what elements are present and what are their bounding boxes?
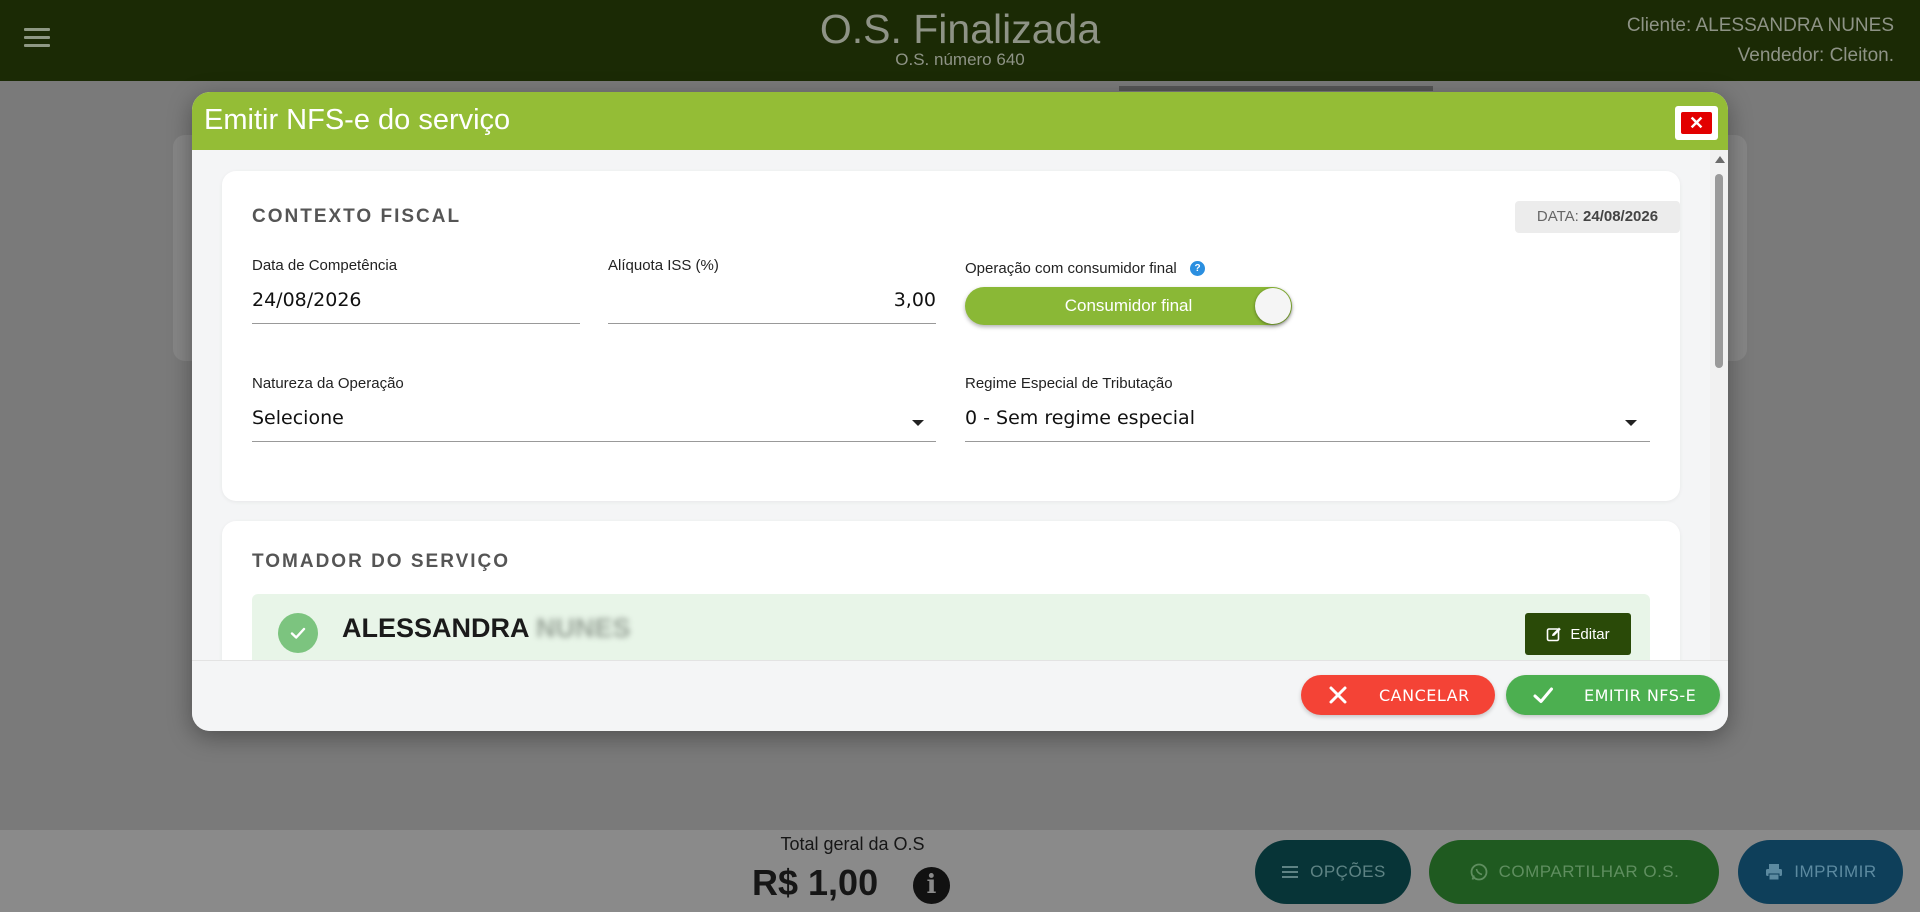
info-icon[interactable]: i (913, 867, 950, 904)
date-badge-value: 24/08/2026 (1583, 208, 1659, 225)
menu-lines-icon (1282, 866, 1299, 878)
toggle-knob (1255, 288, 1291, 324)
emit-label: EMITIR NFS-E (1584, 685, 1697, 705)
dialog-title: Emitir NFS-e do serviço (204, 104, 511, 136)
consumidor-label: Operação com consumidor final (965, 260, 1177, 277)
dialog-body: CONTEXTO FISCAL DATA: 24/08/2026 Data de… (192, 150, 1710, 660)
regime-select[interactable]: 0 - Sem regime especial (965, 407, 1195, 429)
tomador-name: ALESSANDRA NUNES (342, 613, 631, 644)
printer-icon (1766, 864, 1783, 881)
page-subtitle: O.S. número 640 (895, 50, 1025, 69)
share-label: COMPARTILHAR O.S. (1498, 862, 1680, 881)
date-badge-label: DATA: (1536, 208, 1579, 225)
options-label: OPÇÕES (1310, 862, 1386, 881)
client-label: Cliente: ALESSANDRA NUNES (1626, 15, 1894, 36)
chevron-down-icon[interactable] (1625, 420, 1637, 426)
aliquota-input[interactable]: 3,00 (608, 289, 936, 311)
natureza-underline (252, 441, 936, 442)
fiscal-section-title: CONTEXTO FISCAL (252, 206, 462, 227)
chevron-down-icon[interactable] (912, 420, 924, 426)
scroll-up-arrow-icon[interactable] (1715, 156, 1725, 163)
app-header: O.S. Finalizada O.S. número 640 Cliente:… (0, 0, 1920, 81)
aliquota-underline (608, 323, 936, 324)
close-icon: ✕ (1681, 112, 1712, 134)
check-icon (1533, 687, 1553, 703)
emit-nfse-button[interactable]: EMITIR NFS-E (1506, 675, 1720, 715)
help-icon[interactable]: ? (1190, 261, 1205, 276)
date-badge: DATA: 24/08/2026 (1515, 201, 1680, 233)
tomador-card: TOMADOR DO SERVIÇO ALESSANDRA NUNES Edit… (222, 521, 1680, 660)
cancel-button[interactable]: CANCELAR (1301, 675, 1495, 715)
whatsapp-icon (1470, 863, 1488, 881)
aliquota-label: Alíquota ISS (%) (608, 257, 719, 274)
edit-icon (1547, 627, 1562, 642)
tomador-section-title: TOMADOR DO SERVIÇO (252, 551, 511, 572)
natureza-select[interactable]: Selecione (252, 407, 344, 429)
close-button[interactable]: ✕ (1675, 106, 1718, 140)
close-icon (1329, 686, 1347, 704)
competencia-underline (252, 323, 580, 324)
tomador-first-name: ALESSANDRA (342, 613, 529, 643)
competencia-label: Data de Competência (252, 257, 398, 274)
options-button[interactable]: OPÇÕES (1255, 840, 1411, 904)
seller-label: Vendedor: Cleiton. (1737, 45, 1894, 66)
natureza-label: Natureza da Operação (252, 375, 404, 392)
dialog-scrollbar[interactable] (1710, 150, 1728, 660)
regime-underline (965, 441, 1650, 442)
background-tab-indicator (1119, 86, 1433, 91)
share-button[interactable]: COMPARTILHAR O.S. (1429, 840, 1719, 904)
dialog-header: Emitir NFS-e do serviço ✕ (192, 92, 1728, 150)
consumidor-final-toggle[interactable]: Consumidor final (965, 287, 1292, 325)
tomador-client-row: ALESSANDRA NUNES Editar (252, 594, 1650, 660)
regime-label: Regime Especial de Tributação (965, 375, 1173, 392)
edit-label: Editar (1570, 625, 1610, 643)
edit-button[interactable]: Editar (1525, 613, 1631, 655)
competencia-input[interactable]: 24/08/2026 (252, 289, 362, 311)
total-value: R$ 1,00 (752, 862, 879, 903)
print-button[interactable]: IMPRIMIR (1738, 840, 1903, 904)
total-label: Total geral da O.S (780, 834, 925, 854)
toggle-label: Consumidor final (1064, 296, 1193, 315)
scroll-thumb[interactable] (1715, 174, 1723, 368)
check-circle-icon (278, 613, 318, 653)
tomador-last-name: NUNES (536, 613, 631, 643)
dialog-footer: CANCELAR EMITIR NFS-E (192, 660, 1728, 731)
fiscal-context-card: CONTEXTO FISCAL DATA: 24/08/2026 Data de… (222, 171, 1680, 501)
nfse-dialog: Emitir NFS-e do serviço ✕ CONTEXTO FISCA… (192, 92, 1728, 731)
print-label: IMPRIMIR (1794, 862, 1877, 881)
cancel-label: CANCELAR (1379, 685, 1470, 705)
